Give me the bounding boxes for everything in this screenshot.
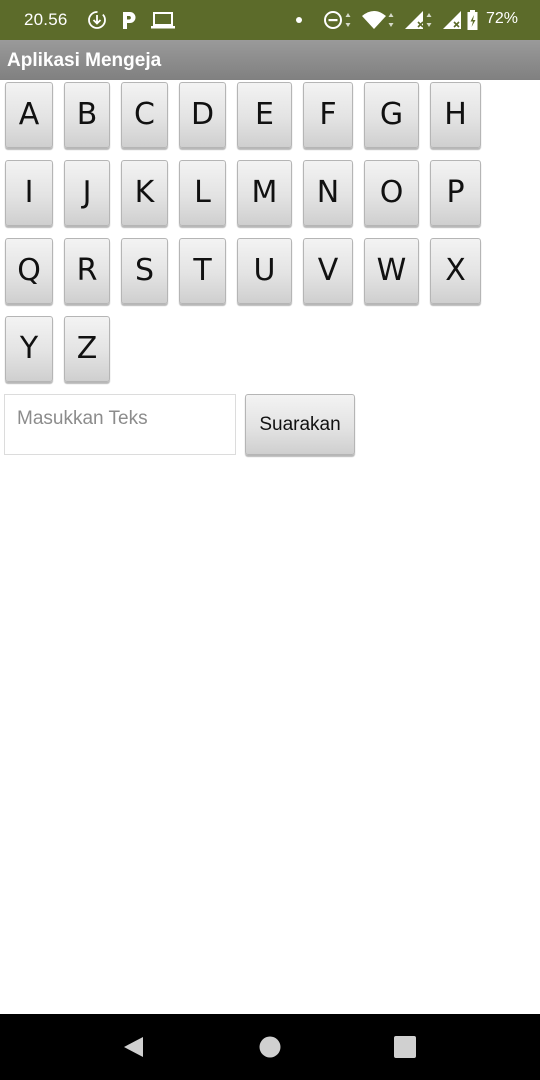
letter-button-t[interactable]: T	[179, 238, 226, 304]
letter-button-a[interactable]: A	[5, 82, 53, 148]
home-icon[interactable]	[258, 1035, 282, 1059]
letter-button-c[interactable]: C	[121, 82, 168, 148]
letter-button-s[interactable]: S	[121, 238, 168, 304]
text-input-placeholder: Masukkan Teks	[17, 408, 148, 429]
letter-button-d[interactable]: D	[179, 82, 226, 148]
letter-button-l[interactable]: L	[179, 160, 226, 226]
letter-button-j[interactable]: J	[64, 160, 110, 226]
letter-button-g[interactable]: G	[364, 82, 419, 148]
battery-percentage: 72%	[486, 10, 519, 27]
letter-button-f[interactable]: F	[303, 82, 353, 148]
letter-button-u[interactable]: U	[237, 238, 292, 304]
letter-button-z[interactable]: Z	[64, 316, 110, 382]
app-title: Aplikasi Mengeja	[7, 50, 162, 71]
back-icon[interactable]	[121, 1035, 145, 1059]
letter-button-k[interactable]: K	[121, 160, 168, 226]
signal-no-sim-icon	[443, 11, 461, 29]
speak-button[interactable]: Suarakan	[245, 394, 355, 455]
letter-button-i[interactable]: I	[5, 160, 53, 226]
letter-button-q[interactable]: Q	[5, 238, 53, 304]
letter-button-x[interactable]: X	[430, 238, 481, 304]
letter-button-v[interactable]: V	[303, 238, 353, 304]
parking-p-icon	[123, 12, 136, 29]
letter-button-b[interactable]: B	[64, 82, 110, 148]
letter-button-n[interactable]: N	[303, 160, 353, 226]
status-time: 20.56	[24, 10, 68, 29]
recents-icon[interactable]	[393, 1035, 417, 1059]
letter-button-h[interactable]: H	[430, 82, 481, 148]
letter-button-m[interactable]: M	[237, 160, 292, 226]
signal-icon	[405, 11, 432, 29]
wifi-icon	[362, 11, 394, 29]
letter-button-r[interactable]: R	[64, 238, 110, 304]
letter-button-e[interactable]: E	[237, 82, 292, 148]
battery-icon	[467, 10, 478, 30]
notification-dot-icon	[296, 17, 302, 23]
do-not-disturb-icon	[324, 11, 351, 29]
letter-button-w[interactable]: W	[364, 238, 419, 304]
laptop-icon	[151, 12, 175, 29]
title-bar: Aplikasi Mengeja	[0, 40, 540, 80]
letter-button-p[interactable]: P	[430, 160, 481, 226]
status-bar: 20.56 72%	[0, 0, 540, 40]
letter-button-o[interactable]: O	[364, 160, 419, 226]
letter-button-y[interactable]: Y	[5, 316, 53, 382]
download-icon	[88, 11, 106, 29]
navigation-bar	[0, 1014, 540, 1080]
text-input[interactable]: Masukkan Teks	[4, 394, 236, 455]
